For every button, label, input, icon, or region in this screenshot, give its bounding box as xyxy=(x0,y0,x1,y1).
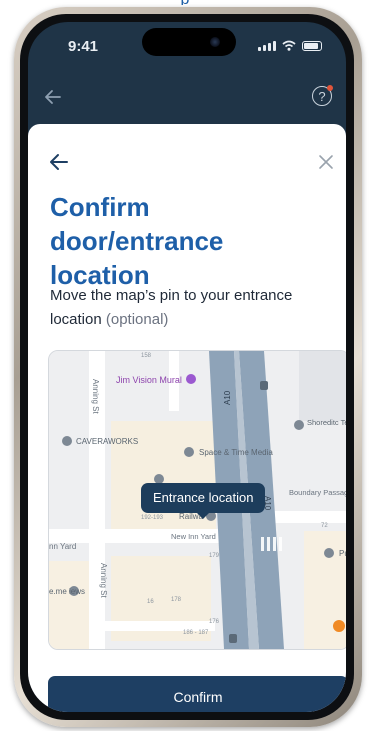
map-label-ullme: e.me iews xyxy=(49,587,85,596)
map-label-boundary: Boundary Passag xyxy=(289,488,346,497)
optional-label: (optional) xyxy=(105,311,169,328)
entrance-map[interactable]: Jim Vision Mural CAVERAWORKS Space & Tim… xyxy=(48,350,346,650)
status-time: 9:41 xyxy=(68,38,99,55)
map-label-192: 192-193 xyxy=(141,515,164,521)
camera-icon xyxy=(210,37,220,47)
instruction-main: Move the map’s pin to your entrance loca… xyxy=(50,287,293,328)
map-label-179: 179 xyxy=(209,553,220,559)
map-label-new-inn-yard: New Inn Yard xyxy=(171,532,216,541)
map-label-178: 178 xyxy=(171,597,182,603)
status-bar: 9:41 xyxy=(28,22,346,74)
help-icon[interactable]: ? xyxy=(312,85,333,106)
phone-screen: 9:41 ? Confirm door/entrance location Mo… xyxy=(28,22,346,712)
page-title: Confirm door/entrance location xyxy=(50,192,224,290)
entrance-location-pin-tooltip[interactable]: Entrance location xyxy=(141,483,266,519)
map-label-pu: Pu xyxy=(339,549,346,558)
map-label-caveraworks: CAVERAWORKS xyxy=(76,437,138,446)
map-label-anning-2: Anning St xyxy=(99,563,108,598)
header-back-arrow-icon[interactable] xyxy=(42,86,64,108)
wifi-icon xyxy=(282,40,296,51)
confirm-button[interactable]: Confirm xyxy=(48,676,346,712)
map-label-72: 72 xyxy=(321,523,328,529)
map-label-16: 16 xyxy=(147,599,154,605)
map-label-186: 186 - 187 xyxy=(183,630,209,636)
map-label-space-time: Space & Time Media xyxy=(199,448,273,457)
map-label-176: 176 xyxy=(209,619,220,625)
battery-icon xyxy=(302,41,322,51)
close-icon[interactable] xyxy=(318,154,334,170)
notification-dot xyxy=(327,85,333,91)
map-label-158: 158 xyxy=(141,353,152,359)
back-arrow-icon[interactable] xyxy=(48,152,70,172)
phone-bezel: 9:41 ? Confirm door/entrance location Mo… xyxy=(20,14,354,720)
dynamic-island xyxy=(142,28,236,56)
top-partial-text: p xyxy=(150,0,220,5)
status-icons xyxy=(258,40,322,51)
map-label-shoreditch: Shoreditc Telephone xyxy=(307,418,346,427)
signal-icon xyxy=(258,41,276,51)
map-label-mural: Jim Vision Mural xyxy=(116,375,182,385)
app-header: ? xyxy=(28,74,346,122)
map-label-a10-1: A10 xyxy=(223,390,232,405)
map-label-anning-1: Anning St xyxy=(91,379,100,414)
instruction-text: Move the map’s pin to your entrance loca… xyxy=(50,284,330,332)
bottom-sheet: Confirm door/entrance location Move the … xyxy=(28,124,346,712)
map-label-inn-yard-left: nn Yard xyxy=(49,542,76,551)
